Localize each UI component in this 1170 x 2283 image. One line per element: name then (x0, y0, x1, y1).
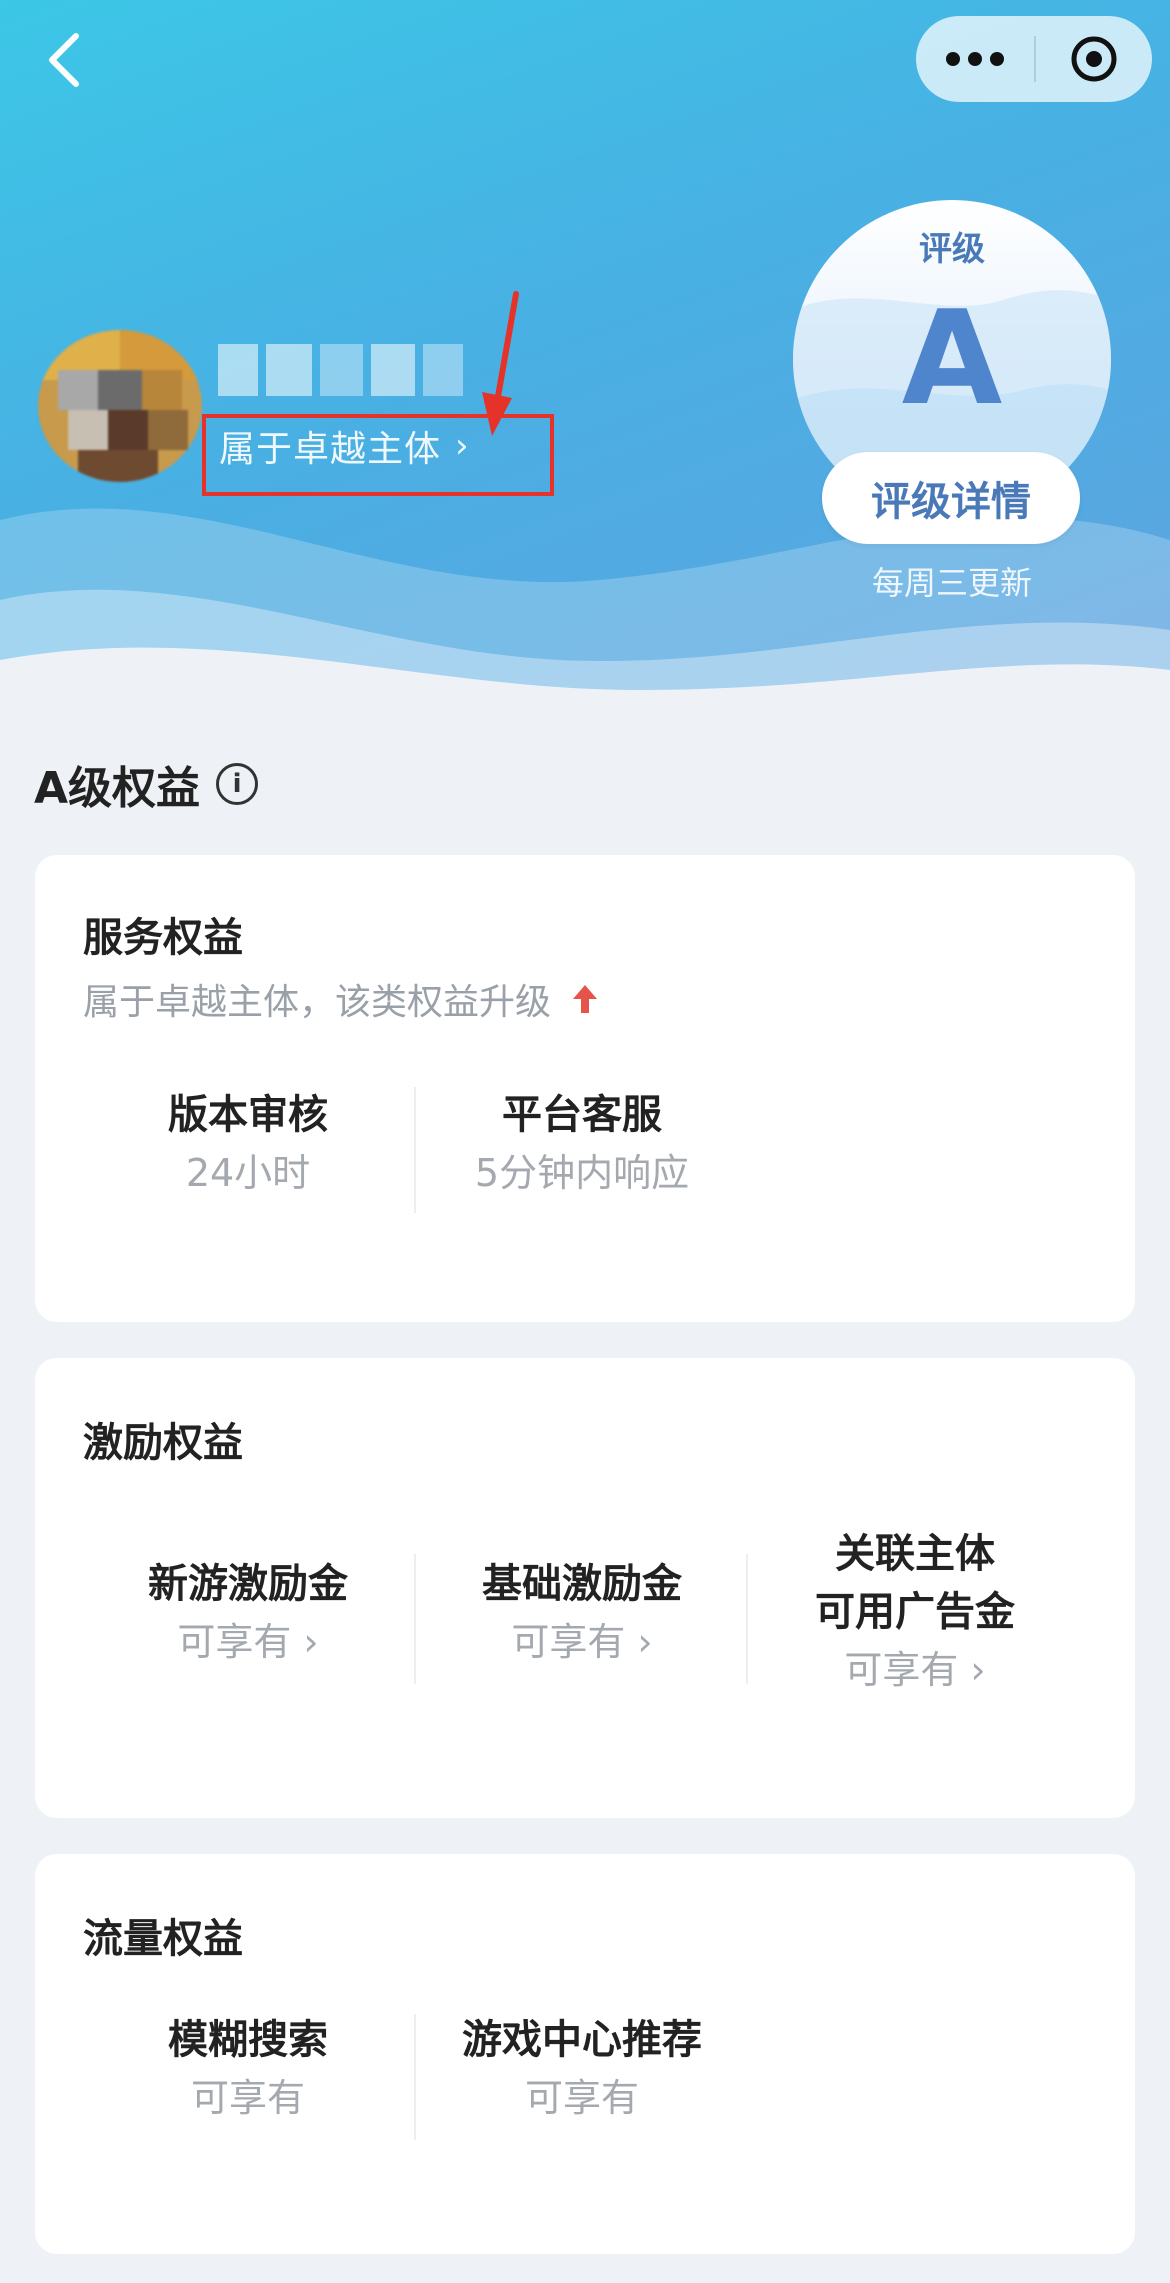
more-button[interactable] (916, 16, 1034, 102)
rating-update-note: 每周三更新 (871, 564, 1032, 602)
chevron-left-icon (49, 33, 79, 87)
card-subtitle-text: 属于卓越主体，该类权益升级 (83, 982, 552, 1023)
benefits-title-text: A级权益 (34, 763, 201, 814)
chevron-right-icon: › (303, 1620, 319, 1664)
header-banner: 属于卓越主体 › 评级 A 评级详情 每周三更新 (0, 0, 1170, 720)
benefit-value: 可享有 (524, 2076, 639, 2120)
benefit-value: 可享有 (190, 2076, 305, 2120)
divider (414, 1087, 416, 1213)
back-button[interactable] (42, 30, 92, 90)
divider (414, 2014, 416, 2140)
benefit-item-new-game[interactable]: 新游激励金 可享有 › (98, 1556, 398, 1672)
more-dots-icon (946, 52, 1004, 66)
benefit-name: 游戏中心推荐 (462, 2017, 702, 2063)
benefit-name-line1: 关联主体 (835, 1531, 995, 1577)
close-miniprogram-button[interactable] (1036, 16, 1152, 102)
benefit-value: 可享有 › (765, 1640, 1065, 1700)
benefit-value: 5分钟内响应 (474, 1151, 690, 1195)
card-title: 激励权益 (83, 1420, 243, 1466)
rating-label: 评级 (919, 229, 985, 268)
benefit-name: 模糊搜索 (168, 2017, 328, 2063)
benefits-section-title: A级权益 i (34, 752, 259, 816)
rating-value: A (901, 282, 1003, 434)
service-benefits-card: 服务权益 属于卓越主体，该类权益升级 版本审核 24小时 平台客服 5分钟内响应 (35, 855, 1135, 1322)
benefit-name-line2: 可用广告金 (815, 1589, 1015, 1635)
username-blurred (218, 340, 463, 400)
avatar-image (38, 330, 202, 482)
benefit-name: 新游激励金 (148, 1561, 348, 1607)
benefit-value-text: 可享有 (177, 1620, 292, 1664)
target-icon (1071, 36, 1117, 82)
benefit-item: 模糊搜索 可享有 (98, 2012, 398, 2128)
chevron-right-icon: › (970, 1648, 986, 1692)
divider (746, 1554, 748, 1684)
card-subtitle: 属于卓越主体，该类权益升级 (83, 973, 599, 1025)
arrow-up-icon (573, 985, 598, 1013)
annotation-arrow-icon (482, 291, 519, 436)
benefit-value-text: 可享有 (511, 1620, 626, 1664)
info-icon[interactable]: i (216, 763, 259, 805)
incentive-benefits-card: 激励权益 新游激励金 可享有 › 基础激励金 可享有 › 关联主体 可用广告金 可享… (35, 1358, 1135, 1818)
benefit-item: 版本审核 24小时 (98, 1087, 398, 1203)
benefit-value: 可享有 › (432, 1612, 732, 1672)
benefit-item-ad-fund[interactable]: 关联主体 可用广告金 可享有 › (765, 1526, 1065, 1700)
rating-detail-button[interactable]: 评级详情 (822, 452, 1080, 544)
avatar[interactable] (38, 330, 202, 482)
benefit-name: 基础激励金 (482, 1561, 682, 1607)
benefit-value-text: 可享有 (844, 1648, 959, 1692)
traffic-benefits-card: 流量权益 模糊搜索 可享有 游戏中心推荐 可享有 (35, 1854, 1135, 2254)
benefit-value: 24小时 (185, 1151, 311, 1195)
benefit-item: 游戏中心推荐 可享有 (432, 2012, 732, 2128)
benefit-name: 版本审核 (168, 1092, 328, 1138)
miniprogram-capsule (916, 16, 1152, 102)
card-title: 服务权益 (83, 915, 243, 961)
benefit-value: 可享有 › (98, 1612, 398, 1672)
card-title: 流量权益 (83, 1916, 243, 1962)
benefit-item: 平台客服 5分钟内响应 (432, 1087, 732, 1203)
chevron-right-icon: › (637, 1620, 653, 1664)
benefit-item-basic[interactable]: 基础激励金 可享有 › (432, 1556, 732, 1672)
divider (414, 1554, 416, 1684)
benefit-name: 平台客服 (502, 1092, 662, 1138)
